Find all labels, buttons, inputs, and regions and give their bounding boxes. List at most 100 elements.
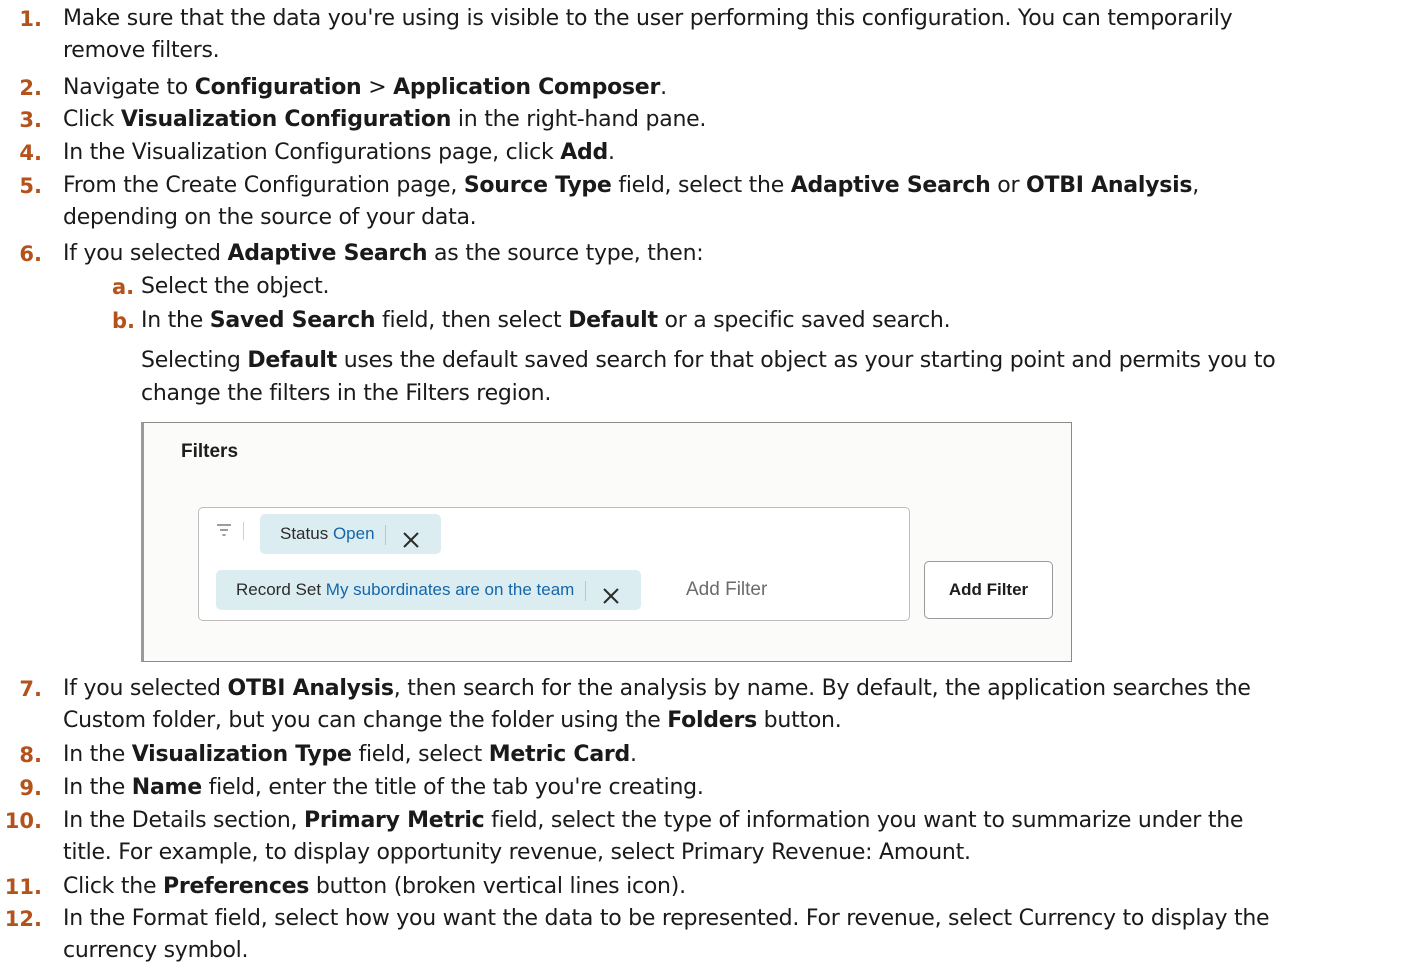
close-icon[interactable] (401, 525, 421, 548)
bold-term: Visualization Type (131, 742, 352, 767)
text-run: title. For example, to display opportuni… (63, 840, 971, 865)
step-text: Make sure that the data you're using is … (63, 3, 1233, 35)
step-text: title. For example, to display opportuni… (63, 837, 971, 869)
step-number: 4. (19, 141, 42, 165)
text-run: . (608, 140, 615, 165)
text-run: field, then select (375, 308, 569, 333)
bold-term: Saved Search (209, 308, 376, 333)
step-number: 6. (19, 242, 42, 266)
step-text: remove filters. (63, 35, 220, 67)
step-text: In the Details section, Primary Metric f… (63, 805, 1243, 837)
text-run: Navigate to (63, 75, 195, 100)
text-run: If you selected (63, 241, 228, 266)
text-run: . (660, 75, 667, 100)
bold-term: Visualization Configuration (120, 107, 452, 132)
text-run: Click the (63, 874, 164, 899)
text-run: change the filters in the Filters region… (141, 381, 552, 406)
step-text: Click Visualization Configuration in the… (63, 104, 706, 136)
text-run: as the source type, then: (427, 241, 704, 266)
bold-term: Default (247, 348, 337, 373)
text-run: remove filters. (63, 38, 220, 63)
text-run: , (1192, 173, 1199, 198)
divider (585, 580, 587, 601)
step-text: depending on the source of your data. (63, 202, 477, 234)
step-number: 8. (19, 743, 42, 767)
bold-term: Folders (667, 708, 757, 733)
bold-term: Name (131, 775, 202, 800)
bold-term: OTBI Analysis (1026, 173, 1193, 198)
bold-term: Add (560, 140, 608, 165)
text-run: In the (63, 775, 132, 800)
text-run: Make sure that the data you're using is … (63, 6, 1233, 31)
chip-value: Open (332, 524, 375, 543)
step-number: 10. (4, 809, 42, 833)
step-text: From the Create Configuration page, Sour… (63, 170, 1199, 202)
step-number: 1. (19, 7, 42, 31)
add-filter-button[interactable]: Add Filter (924, 561, 1053, 619)
text-run: uses the default saved search for that o… (336, 348, 1276, 373)
text-run: field, select the type of information yo… (484, 808, 1244, 833)
step-number: 5. (19, 174, 42, 198)
step-number: 12. (4, 907, 42, 931)
bold-term: Source Type (463, 173, 612, 198)
text-run: In the Details section, (63, 808, 305, 833)
step-text: If you selected OTBI Analysis, then sear… (63, 673, 1251, 705)
text-run: field, select the (611, 173, 791, 198)
bold-term: Application Composer (393, 75, 661, 100)
step-number: 2. (19, 76, 42, 100)
filter-chip-record-set[interactable]: Record Set My subordinates are on the te… (216, 570, 641, 610)
step-text: Click the Preferences button (broken ver… (63, 871, 686, 903)
text-run: field, select (351, 742, 489, 767)
text-run: depending on the source of your data. (63, 205, 477, 230)
text-run: In the Format field, select how you want… (63, 906, 1270, 931)
text-run: > (361, 75, 394, 100)
filters-title: Filters (181, 441, 239, 462)
step-text: Custom folder, but you can change the fo… (63, 705, 842, 737)
divider (385, 524, 387, 545)
filters-screenshot: Filters Status Open Record Set My subord… (141, 422, 1072, 662)
bold-term: Configuration (194, 75, 362, 100)
step-number: 3. (19, 108, 42, 132)
text-run: button (broken vertical lines icon). (309, 874, 686, 899)
bold-term: Preferences (163, 874, 310, 899)
close-icon[interactable] (601, 581, 621, 604)
step-text: Navigate to Configuration > Application … (63, 72, 667, 104)
step-text: In the Name field, enter the title of th… (63, 772, 704, 804)
text-run: In the (63, 742, 132, 767)
step-number: 9. (19, 776, 42, 800)
text-run: field, enter the title of the tab you're… (201, 775, 704, 800)
text-run: in the right-hand pane. (451, 107, 707, 132)
filter-chip-status[interactable]: Status Open (260, 514, 441, 554)
step-number: 7. (19, 677, 42, 701)
step-text: currency symbol. (63, 935, 249, 967)
note-text: Selecting Default uses the default saved… (141, 345, 1276, 377)
step-text: In the Format field, select how you want… (63, 903, 1270, 935)
chip-value: My subordinates are on the team (325, 580, 575, 599)
substep-letter: b. (112, 309, 136, 333)
divider (243, 522, 244, 540)
text-run: currency symbol. (63, 938, 249, 963)
bold-term: Adaptive Search (790, 173, 991, 198)
text-run: From the Create Configuration page, (63, 173, 464, 198)
step-text: In the Visualization Configurations page… (63, 137, 615, 169)
substep-text: Select the object. (141, 271, 330, 303)
step-number: 11. (4, 875, 42, 899)
text-run: If you selected (63, 676, 228, 701)
step-text: In the Visualization Type field, select … (63, 739, 637, 771)
add-filter-input[interactable]: Add Filter (686, 570, 767, 610)
text-run: . (630, 742, 637, 767)
text-run: In the Visualization Configurations page… (63, 140, 561, 165)
text-run: Select the object. (141, 274, 330, 299)
text-run: Custom folder, but you can change the fo… (63, 708, 668, 733)
text-run: In the (141, 308, 210, 333)
substep-text: In the Saved Search field, then select D… (141, 305, 951, 337)
filter-funnel-icon[interactable] (216, 523, 232, 537)
text-run: , then search for the analysis by name. … (393, 676, 1251, 701)
text-run: Selecting (141, 348, 248, 373)
text-run: Click (63, 107, 121, 132)
bold-term: OTBI Analysis (227, 676, 394, 701)
chip-label: Record Set (236, 580, 322, 599)
text-run: or (990, 173, 1026, 198)
note-text: change the filters in the Filters region… (141, 378, 551, 410)
filter-input-box[interactable]: Status Open Record Set My subordinates a… (198, 507, 910, 621)
